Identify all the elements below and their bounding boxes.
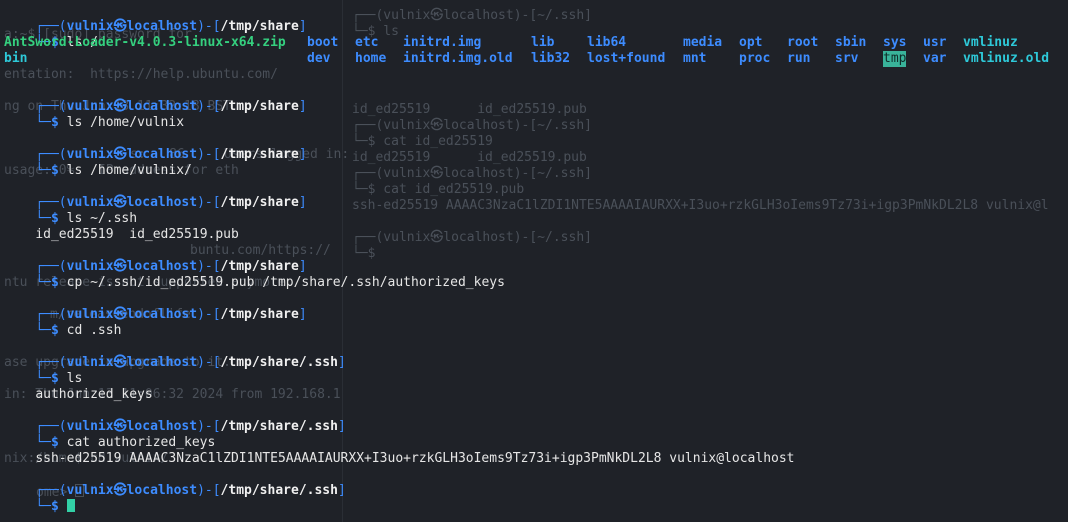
- dir-mnt: mnt: [683, 51, 707, 66]
- file-id-ed25519: id_ed25519: [35, 227, 114, 242]
- command-line: └─$ ls ~/.ssh: [35, 211, 138, 226]
- dir-tmp: tmp: [883, 51, 907, 67]
- dir-root: root: [787, 35, 819, 50]
- ssh-public-key: ssh-ed25519 AAAAC3NzaC1lZDI1NTE5AAAAIAUR…: [35, 451, 795, 466]
- file-zip: AntSword-Loader-v4.0.3-linux-x64.zip: [4, 35, 286, 50]
- prompt-line: ┌──(vulnix㉿localhost)-[/tmp/share]: [35, 307, 307, 322]
- terminal-cursor: [66, 499, 75, 512]
- prompt-path: /tmp/share: [220, 147, 299, 162]
- command-line: └─$ cat authorized_keys: [35, 435, 216, 450]
- ghost-right-line: └─$ cat id_ed25519.pub: [352, 182, 525, 197]
- command-line: └─$ ls /home/vulnix: [35, 115, 185, 130]
- ghost-right-line: ssh-ed25519 AAAAC3NzaC1lZDI1NTE5AAAAIAUR…: [352, 198, 1049, 213]
- ghost-right-line: id_ed25519 id_ed25519.pub: [352, 150, 587, 165]
- prompt-path: /tmp/share: [220, 195, 299, 210]
- file-authorized-keys: authorized_keys: [35, 387, 153, 402]
- ls-ssh-output: id_ed25519 id_ed25519.pub: [4, 211, 239, 242]
- command-text: ls /home/vulnix/: [66, 163, 192, 178]
- dir-etc: etc: [355, 35, 379, 50]
- dir-boot: boot: [307, 35, 339, 50]
- ghost-right-line: ┌──(vulnix㉿localhost)-[~/.ssh]: [352, 166, 592, 181]
- prompt-line: ┌──(vulnix㉿localhost)-[/tmp/share/.ssh]: [35, 419, 346, 434]
- link-vmlinuz-old: vmlinuz.old: [963, 51, 1050, 66]
- dir-lib32: lib32: [531, 51, 571, 66]
- dir-usr: usr: [923, 35, 947, 50]
- dir-home: home: [355, 51, 387, 66]
- file-initrd: initrd.img: [403, 35, 482, 50]
- command-line: └─$ ls: [35, 371, 83, 386]
- command-text: cp ~/.ssh/id_ed25519.pub /tmp/share/.ssh…: [66, 275, 505, 290]
- ghost-right-line: ┌──(vulnix㉿localhost)-[~/.ssh]: [352, 8, 592, 23]
- prompt-line: ┌──(vulnix㉿localhost)-[/tmp/share]: [35, 99, 307, 114]
- link-vmlinuz: vmlinuz: [963, 35, 1018, 50]
- dir-lib64: lib64: [587, 35, 627, 50]
- ghost-right-line: ┌──(vulnix㉿localhost)-[~/.ssh]: [352, 118, 592, 133]
- command-line: └─$ cd .ssh: [35, 323, 122, 338]
- command-text: cd .ssh: [66, 323, 122, 338]
- prompt-path: /tmp/share: [220, 307, 299, 322]
- dir-opt: opt: [739, 35, 763, 50]
- prompt-line: ┌──(vulnix㉿localhost)-[/tmp/share]: [35, 19, 307, 34]
- ghost-right-line: id_ed25519 id_ed25519.pub: [352, 102, 587, 117]
- command-line: └─$ ls /: [35, 35, 98, 50]
- ghost-left-line: entation: https://help.ubuntu.com/: [4, 67, 278, 82]
- cat-output: ssh-ed25519 AAAAC3NzaC1lZDI1NTE5AAAAIAUR…: [4, 435, 794, 466]
- ls-output-row-1: AntSword-Loader-v4.0.3-linux-x64.zip boo…: [4, 35, 1064, 51]
- ls-output: authorized_keys: [4, 371, 152, 402]
- ls-output-row-2: bin dev home initrd.img.old lib32 lost+f…: [4, 51, 1064, 67]
- prompt-line: ┌──(vulnix㉿localhost)-[/tmp/share]: [35, 147, 307, 162]
- prompt-line: ┌──(vulnix㉿localhost)-[/tmp/share]: [35, 195, 307, 210]
- link-bin: bin: [4, 51, 28, 66]
- dir-media: media: [683, 35, 723, 50]
- command-line: └─$ cp ~/.ssh/id_ed25519.pub /tmp/share/…: [35, 275, 505, 290]
- prompt-line: ┌──(vulnix㉿localhost)-[/tmp/share/.ssh]: [35, 355, 346, 370]
- prompt-path: /tmp/share: [220, 19, 299, 34]
- prompt-path: /tmp/share: [220, 99, 299, 114]
- dir-lib: lib: [531, 35, 555, 50]
- prompt-path: /tmp/share/.ssh: [220, 419, 338, 434]
- dir-lost-found: lost+found: [587, 51, 666, 66]
- file-initrd-old: initrd.img.old: [403, 51, 513, 66]
- command-line: └─$ ls /home/vulnix/: [35, 163, 192, 178]
- prompt-line: ┌──(vulnix㉿localhost)-[/tmp/share]: [35, 259, 307, 274]
- command-text: ls /home/vulnix: [66, 115, 185, 130]
- terminal-window[interactable]: a:~$ [sudo] password for entation: https…: [0, 0, 1068, 522]
- prompt-line: ┌──(vulnix㉿localhost)-[/tmp/share/.ssh]: [35, 483, 346, 498]
- dir-srv: srv: [835, 51, 859, 66]
- dir-proc: proc: [739, 51, 771, 66]
- dir-run: run: [787, 51, 811, 66]
- dir-sbin: sbin: [835, 35, 867, 50]
- dir-var: var: [923, 51, 947, 66]
- ghost-right-line: └─$ cat id_ed25519: [352, 134, 493, 149]
- dir-dev: dev: [307, 51, 331, 66]
- active-command-line[interactable]: └─$: [4, 483, 75, 514]
- prompt-path: /tmp/share/.ssh: [220, 355, 338, 370]
- dir-sys: sys: [883, 35, 907, 50]
- file-id-ed25519-pub: id_ed25519.pub: [129, 227, 239, 242]
- ghost-right-line: ┌──(vulnix㉿localhost)-[~/.ssh]: [352, 230, 592, 245]
- prompt-path: /tmp/share/.ssh: [220, 483, 338, 498]
